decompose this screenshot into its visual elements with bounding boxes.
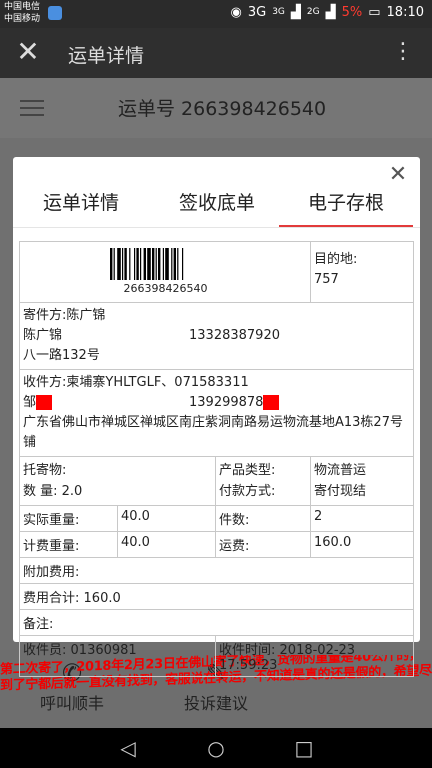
collector-value: 01360981 <box>70 643 137 658</box>
sender-name: 陈广锦 <box>23 328 63 343</box>
waybill-dialog: ✕ 运单详情 签收底单 电子存根 266398426540 目的地: 757 寄… <box>13 157 420 677</box>
barcode-cell: 266398426540 <box>20 242 311 302</box>
status-bar: 中国电信 中国移动 ◉ 3G 3G ▟ 2G ▟ 5% ▭ 18:10 <box>0 0 432 28</box>
actual-weight-value: 40.0 <box>118 506 216 531</box>
carrier-1: 中国电信 <box>4 2 41 12</box>
consign-label: 托寄物: <box>23 463 67 478</box>
collector-row: 收件员: 01360981 收件时间: 2018-02-23 17:59:23 <box>20 636 413 676</box>
remark-label: 备注: <box>23 617 54 632</box>
extra-fee-row: 附加费用: <box>20 558 413 584</box>
recents-icon[interactable]: □ <box>292 736 316 760</box>
tab-signed-receipt[interactable]: 签收底单 <box>149 185 285 227</box>
clock: 18:10 <box>386 5 424 20</box>
pieces-label: 件数: <box>216 506 311 531</box>
billed-weight-value: 40.0 <box>118 532 216 557</box>
product-type-label: 产品类型: <box>219 463 276 478</box>
tabs-divider <box>13 227 420 228</box>
status-indicators: ◉ 3G 3G ▟ 2G ▟ 5% ▭ 18:10 <box>231 5 425 20</box>
barcode-number: 266398426540 <box>123 282 208 295</box>
freight-value: 160.0 <box>314 535 352 550</box>
actual-weight-row: 实际重量: 40.0 件数: 2 <box>20 506 413 532</box>
tab-waybill-details[interactable]: 运单详情 <box>13 185 149 227</box>
app-bar: ✕ 运单详情 ⋮ <box>0 28 432 78</box>
destination-label: 目的地: <box>314 252 358 267</box>
product-values-cell: 物流普运 寄付现结 <box>311 457 413 505</box>
payment-label: 付款方式: <box>219 484 276 499</box>
close-icon[interactable]: ✕ <box>12 36 44 68</box>
total-fee-value: 160.0 <box>83 591 121 606</box>
receiver-block: 收件方:柬埔寨YHLTGLF、071583311 邹 139299878 广东省佛… <box>20 370 413 456</box>
signal-icon-2: ▟ <box>325 5 336 20</box>
billed-weight-label: 计费重量: <box>20 532 118 557</box>
consign-cell: 托寄物: 数 量: 2.0 <box>20 457 216 505</box>
destination-code: 757 <box>314 272 339 287</box>
back-icon[interactable]: ◁ <box>116 736 140 760</box>
battery-icon: ▭ <box>368 5 381 20</box>
signal-icon: ▟ <box>290 5 301 20</box>
network-3g-small: 3G <box>272 7 285 17</box>
menu-icon[interactable] <box>20 100 44 116</box>
quantity-value: 2.0 <box>61 484 83 499</box>
total-fee-cell: 费用合计: 160.0 <box>20 584 413 609</box>
sender-phone: 13328387920 <box>189 328 280 343</box>
eye-icon: ◉ <box>230 5 242 20</box>
receiver-name: 邹 <box>23 395 37 410</box>
network-2g: 2G <box>306 7 320 17</box>
sender-address: 八一路132号 <box>23 348 100 363</box>
carrier-info: 中国电信 中国移动 <box>4 1 40 25</box>
redaction-mark-2 <box>263 395 280 410</box>
total-fee-label: 费用合计: <box>23 591 80 606</box>
receiver-phone: 139299878 <box>189 395 264 410</box>
notification-app-icon <box>48 6 62 20</box>
sender-company: 陈广锦 <box>66 308 106 323</box>
consign-row: 托寄物: 数 量: 2.0 产品类型: 付款方式: 物流普运 寄付现结 <box>20 457 413 506</box>
barcode-image <box>110 248 184 280</box>
receiver-phone-wrap: 139299878 <box>189 393 280 413</box>
product-type-value: 物流普运 <box>314 463 367 478</box>
total-fee-row: 费用合计: 160.0 <box>20 584 413 610</box>
collect-time-label: 收件时间: <box>219 643 276 658</box>
extra-fee-label: 附加费用: <box>23 565 80 580</box>
tab-electronic-stub[interactable]: 电子存根 <box>279 185 413 227</box>
carrier-2: 中国移动 <box>4 14 41 24</box>
redaction-mark <box>36 395 53 410</box>
sender-block: 寄件方:陈广锦 陈广锦 13328387920 八一路132号 <box>20 303 413 369</box>
sender-row: 寄件方:陈广锦 陈广锦 13328387920 八一路132号 <box>20 303 413 370</box>
quantity-label: 数 量: <box>23 484 58 499</box>
barcode-row: 266398426540 目的地: 757 <box>20 242 413 303</box>
system-nav-bar: ◁ ○ □ <box>0 728 432 768</box>
pieces-value: 2 <box>314 509 323 524</box>
collect-time-cell: 收件时间: 2018-02-23 17:59:23 <box>216 636 413 676</box>
billed-weight-row: 计费重量: 40.0 运费: 160.0 <box>20 532 413 558</box>
freight-label: 运费: <box>216 532 311 557</box>
network-3g: 3G <box>247 5 267 20</box>
receiver-address: 广东省佛山市禅城区禅城区南庄紫洞南路易运物流基地A13栋27号铺 <box>23 415 403 450</box>
product-labels-cell: 产品类型: 付款方式: <box>216 457 311 505</box>
page-title: 运单详情 <box>68 45 145 67</box>
more-icon[interactable]: ⋮ <box>392 38 414 66</box>
receiver-company: 柬埔寨YHLTGLF、071583311 <box>66 375 249 390</box>
receiver-row: 收件方:柬埔寨YHLTGLF、071583311 邹 139299878 广东省佛… <box>20 370 413 457</box>
remark-row: 备注: <box>20 610 413 636</box>
order-number: 运单号 266398426540 <box>118 98 327 120</box>
collector-cell: 收件员: 01360981 <box>20 636 216 676</box>
receiver-label: 收件方: <box>23 375 67 390</box>
payment-value: 寄付现结 <box>314 484 367 499</box>
home-icon[interactable]: ○ <box>204 736 228 760</box>
collector-label: 收件员: <box>23 643 67 658</box>
dialog-tabs: 运单详情 签收底单 电子存根 <box>13 181 420 227</box>
battery-percent: 5% <box>341 5 363 20</box>
electronic-stub: 266398426540 目的地: 757 寄件方:陈广锦 陈广锦 1332838… <box>19 241 414 677</box>
destination-cell: 目的地: 757 <box>311 242 413 302</box>
actual-weight-label: 实际重量: <box>20 506 118 531</box>
sender-label: 寄件方: <box>23 308 67 323</box>
